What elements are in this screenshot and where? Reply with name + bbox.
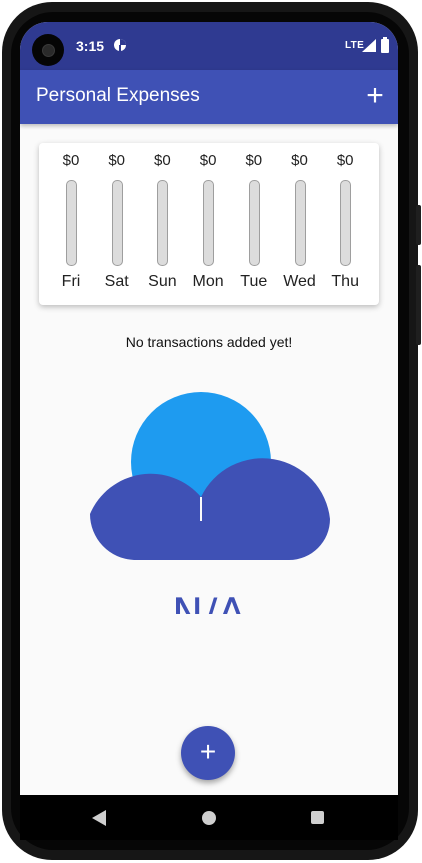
chart-bar-thu: $0 Thu	[322, 143, 368, 305]
plus-icon: +	[366, 79, 384, 112]
bar-day-label: Mon	[192, 273, 224, 290]
bar-day-label: Tue	[240, 273, 268, 290]
bar-day-label: Wed	[283, 273, 316, 290]
page-title: Personal Expenses	[36, 85, 200, 106]
na-label: N/A	[172, 589, 247, 614]
bar-amount-label: $0	[245, 152, 263, 169]
chart-bar-fri: $0 Fri	[48, 143, 94, 305]
bar-day-label: Thu	[331, 273, 359, 290]
app-screen: 3:15 LTE Personal Expenses + $0 Fri $0 Sat $…	[20, 22, 398, 795]
status-time: 3:15	[76, 38, 105, 54]
bar-track	[294, 180, 306, 266]
power-button	[416, 205, 421, 245]
bar-day-label: Sat	[104, 273, 129, 290]
bar-track	[340, 180, 352, 266]
bar-track	[111, 180, 123, 266]
bar-amount-label: $0	[336, 152, 354, 169]
camera-icon	[32, 34, 64, 66]
back-icon[interactable]	[92, 810, 106, 826]
app-notification-icon	[114, 39, 126, 51]
signal-icon	[362, 39, 376, 52]
bar-amount-label: $0	[154, 152, 171, 169]
plus-icon: +	[199, 736, 217, 767]
chart-bar-mon: $0 Mon	[185, 143, 231, 305]
home-icon[interactable]	[202, 811, 216, 825]
add-fab-button[interactable]: +	[181, 726, 235, 780]
bar-day-label: Sun	[148, 273, 177, 290]
bar-amount-label: $0	[108, 152, 126, 169]
empty-state-message: No transactions added yet!	[125, 334, 293, 350]
chart-bar-tue: $0 Tue	[231, 143, 277, 305]
volume-button	[416, 265, 421, 345]
recents-icon[interactable]	[311, 811, 324, 824]
bar-amount-label: $0	[291, 152, 308, 169]
chart-bar-sun: $0 Sun	[139, 143, 185, 305]
chart-bar-wed: $0 Wed	[277, 143, 323, 305]
bar-track	[157, 180, 169, 266]
bar-amount-label: $0	[62, 152, 80, 169]
weekly-chart: $0 Fri $0 Sat $0 Sun $0 Mon $0 Tue $0 Wed $0 Thu	[39, 143, 379, 305]
battery-icon	[381, 37, 389, 53]
status-bar: 3:15 LTE	[20, 22, 398, 70]
bar-track	[248, 180, 260, 266]
add-transaction-button[interactable]: +	[361, 81, 389, 111]
bar-day-label: Fri	[61, 273, 81, 290]
bar-track	[203, 180, 215, 266]
app-bar: Personal Expenses +	[20, 70, 398, 124]
chart-bar-sat: $0 Sat	[94, 143, 140, 305]
bar-amount-label: $0	[199, 152, 217, 169]
no-data-illustration: N/A	[89, 392, 330, 614]
bar-track	[66, 180, 77, 266]
system-nav-bar	[20, 795, 398, 840]
